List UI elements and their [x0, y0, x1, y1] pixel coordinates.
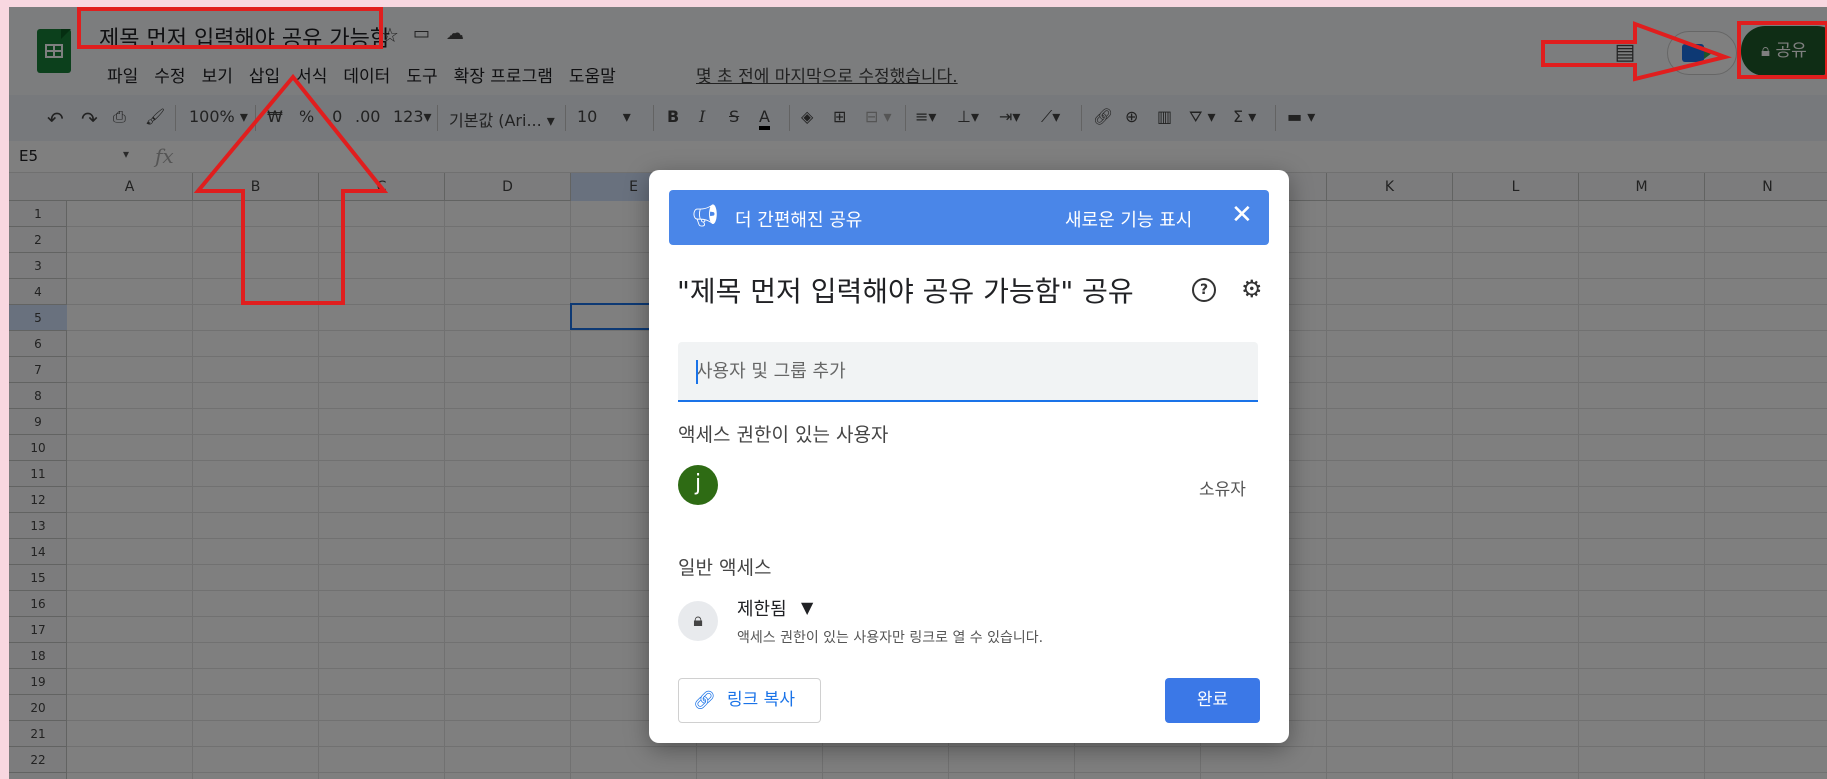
copy-link-label: 링크 복사 — [727, 690, 795, 710]
owner-role-label: 소유자 — [1199, 480, 1246, 500]
dialog-title: "제목 먼저 입력해야 공유 가능함" 공유 — [677, 275, 1134, 308]
settings-gear-icon[interactable]: ⚙ — [1241, 275, 1263, 303]
restriction-dropdown[interactable]: 제한됨 — [737, 595, 787, 621]
close-icon[interactable]: ✕ — [1231, 200, 1253, 230]
share-dialog: 📢︎ 더 간편해진 공유 새로운 기능 표시 ✕ "제목 먼저 입력해야 공유 … — [649, 170, 1289, 743]
show-new-features-link[interactable]: 새로운 기능 표시 — [1065, 206, 1192, 232]
people-with-access-heading: 액세스 권한이 있는 사용자 — [678, 424, 889, 446]
text-caret — [696, 360, 698, 384]
avatar: j — [678, 465, 718, 505]
lock-icon: 🔒︎ — [678, 601, 718, 641]
banner-title: 더 간편해진 공유 — [735, 210, 863, 231]
app-frame: 제목 먼저 입력해야 공유 가능함 ☆ ▭ ☁ 파일 수정 보기 삽입 서식 데… — [9, 7, 1827, 779]
annotation-arrow-right — [1541, 21, 1732, 82]
help-icon[interactable]: ? — [1192, 278, 1216, 302]
copy-link-button[interactable]: 🔗︎ 링크 복사 — [678, 678, 821, 723]
add-people-input[interactable] — [678, 342, 1258, 402]
chevron-down-icon[interactable]: ▼ — [801, 598, 813, 617]
general-access-heading: 일반 액세스 — [678, 557, 772, 579]
megaphone-icon: 📢︎ — [691, 204, 719, 229]
link-icon: 🔗︎ — [693, 690, 716, 711]
annotation-arrow-up — [193, 73, 389, 305]
done-button[interactable]: 완료 — [1165, 678, 1260, 723]
feature-banner: 📢︎ 더 간편해진 공유 새로운 기능 표시 ✕ — [669, 190, 1269, 245]
restriction-description: 액세스 권한이 있는 사용자만 링크로 열 수 있습니다. — [737, 630, 1044, 646]
